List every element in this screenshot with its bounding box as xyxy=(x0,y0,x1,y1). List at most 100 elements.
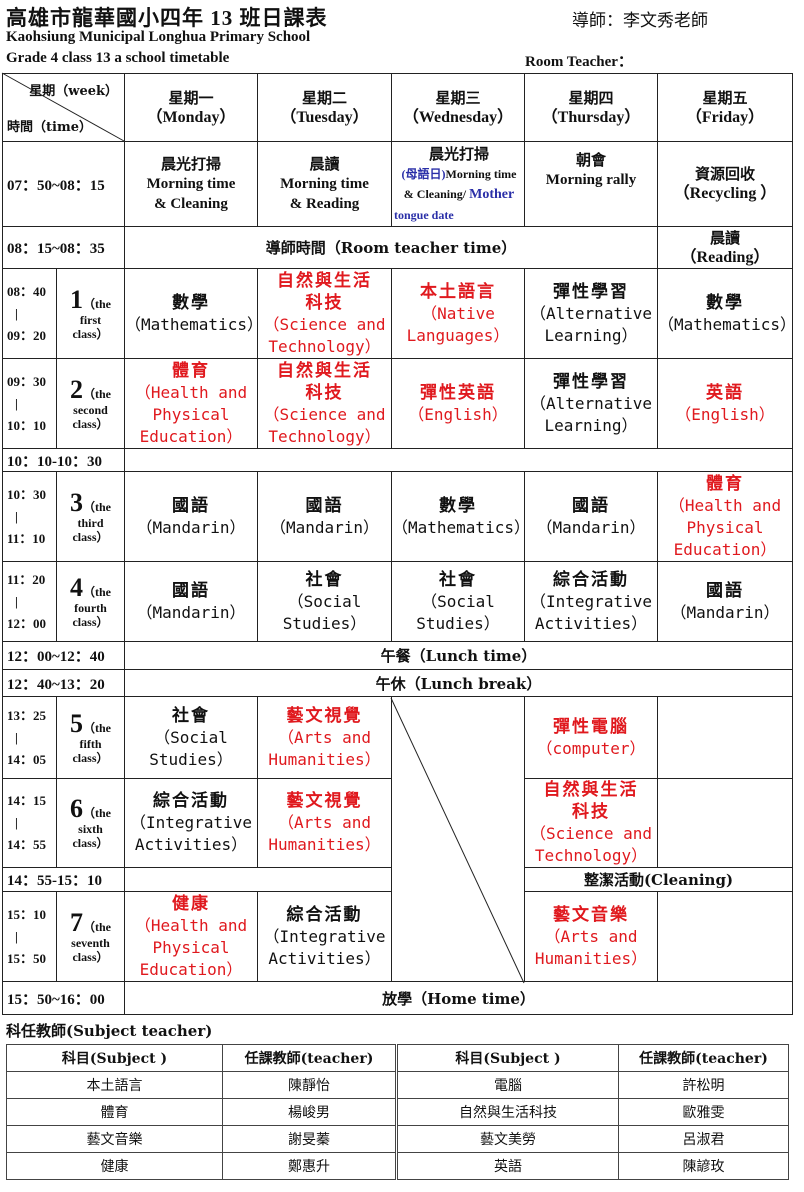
period-5-time: 13：25 | 14：05 xyxy=(2,696,57,779)
period-1-label: 1（the first class） xyxy=(56,268,125,359)
period-6-time: 14：15 | 14：55 xyxy=(2,778,57,868)
home-time: 放學（Home time） xyxy=(124,981,793,1015)
p2-thursday: 彈性學習 （Alternative Learning） xyxy=(524,358,658,449)
subject-cell: 體育 xyxy=(6,1098,223,1126)
morning-monday: 晨光打掃 Morning time & Cleaning xyxy=(124,141,258,227)
morning-time: 07：50~08：15 xyxy=(2,141,125,227)
subject-cell: 健康 xyxy=(6,1152,223,1180)
p4-wednesday: 社會 （Social Studies） xyxy=(391,561,525,642)
day-header-monday: 星期一 （Monday） xyxy=(124,73,258,142)
period-6-label: 6（the sixth class） xyxy=(56,778,125,868)
teacher-cell: 陳諺玫 xyxy=(618,1152,789,1180)
subject-cell: 英語 xyxy=(396,1152,619,1180)
p2-friday: 英語 （English） xyxy=(657,358,793,449)
timetable-name-en: Grade 4 class 13 a school timetable xyxy=(6,50,230,66)
lunch-time-slot: 12：00~12：40 xyxy=(2,641,125,670)
period-4-label: 4（the fourth class） xyxy=(56,561,125,642)
p3-monday: 國語 （Mandarin） xyxy=(124,471,258,562)
p4-monday: 國語 （Mandarin） xyxy=(124,561,258,642)
afternoon-break xyxy=(124,867,392,892)
lunch-break: 午休（Lunch break） xyxy=(124,669,793,697)
p2-monday: 體育 （Health and Physical Education） xyxy=(124,358,258,449)
p6-tuesday: 藝文視覺 （Arts and Humanities） xyxy=(257,778,392,868)
home-time-slot: 15：50~16：00 xyxy=(2,981,125,1015)
period-5-label: 5（the fifth class） xyxy=(56,696,125,779)
corner-time-label: 時間（time） xyxy=(7,120,92,135)
subject-cell: 自然與生活科技 xyxy=(396,1098,619,1126)
subject-teacher-table: 科目(Subject ) 任課教師(teacher) 科目(Subject ) … xyxy=(6,1044,789,1180)
p1-wednesday: 本土語言 （Native Languages） xyxy=(391,268,525,359)
timetable: 星期（week） 時間（time） 星期一 （Monday） 星期二 （Tuesda… xyxy=(2,73,793,1015)
wednesday-afternoon-off xyxy=(391,696,525,982)
p3-friday: 體育 （Health and Physical Education） xyxy=(657,471,793,562)
p3-wednesday: 數學 （Mathematics） xyxy=(391,471,525,562)
teacher-header: 任課教師(teacher) xyxy=(618,1044,789,1072)
p3-thursday: 國語 （Mandarin） xyxy=(524,471,658,562)
p2-wednesday: 彈性英語 （English） xyxy=(391,358,525,449)
page-header: 高雄市龍華國小四年 13 班日課表 導師：李文秀老師 Kaohsiung Mun… xyxy=(4,0,794,70)
subject-cell: 藝文美勞 xyxy=(396,1125,619,1153)
subject-header: 科目(Subject ) xyxy=(6,1044,223,1072)
p7-thursday: 藝文音樂 （Arts and Humanities） xyxy=(524,891,658,982)
subject-cell: 本土語言 xyxy=(6,1071,223,1099)
cleaning-activity: 整潔活動(Cleaning) xyxy=(524,867,793,892)
morning-wednesday: 晨光打掃 (母語日)Morning time & Cleaning/ Mothe… xyxy=(391,141,525,227)
p2-tuesday: 自然與生活 科技 （Science and Technology） xyxy=(257,358,392,449)
p3-tuesday: 國語 （Mandarin） xyxy=(257,471,392,562)
homeroom-teacher: 導師：李文秀老師 xyxy=(572,11,708,31)
p6-friday xyxy=(657,778,793,868)
table-row: 本土語言 陳靜怡 電腦 許松明 xyxy=(6,1071,789,1099)
morning-break xyxy=(124,448,793,472)
morning-thursday: 朝會 Morning rally xyxy=(524,141,658,227)
morning-break-time: 10：10-10：30 xyxy=(2,448,125,472)
teacher-header: 任課教師(teacher) xyxy=(222,1044,398,1072)
p1-tuesday: 自然與生活 科技 （Science and Technology） xyxy=(257,268,392,359)
corner-cell: 星期（week） 時間（time） xyxy=(2,73,125,142)
p1-monday: 數學 （Mathematics） xyxy=(124,268,258,359)
table-row: 藝文音樂 謝旻蓁 藝文美勞 呂淑君 xyxy=(6,1125,789,1153)
room-teacher-label: Room Teacher： xyxy=(525,54,633,70)
teacher-cell: 歐雅雯 xyxy=(618,1098,789,1126)
lunch-time: 午餐（Lunch time） xyxy=(124,641,793,670)
p7-tuesday: 綜合活動 （Integrative Activities） xyxy=(257,891,392,982)
room-time-friday: 晨讀 （Reading） xyxy=(657,226,793,269)
period-2-time: 09：30 | 10：10 xyxy=(2,358,57,449)
p7-monday: 健康 （Health and Physical Education） xyxy=(124,891,258,982)
p7-friday xyxy=(657,891,793,982)
corner-week-label: 星期（week） xyxy=(29,84,118,99)
p4-friday: 國語 （Mandarin） xyxy=(657,561,793,642)
p5-friday xyxy=(657,696,793,779)
room-teacher-time: 導師時間（Room teacher time） xyxy=(124,226,658,269)
subject-cell: 藝文音樂 xyxy=(6,1125,223,1153)
morning-tuesday: 晨讀 Morning time & Reading xyxy=(257,141,392,227)
p6-thursday: 自然與生活 科技 （Science and Technology） xyxy=(524,778,658,868)
day-header-wednesday: 星期三 （Wednesday） xyxy=(391,73,525,142)
period-3-time: 10：30 | 11：10 xyxy=(2,471,57,562)
teacher-cell: 謝旻蓁 xyxy=(222,1125,398,1153)
day-header-tuesday: 星期二 （Tuesday） xyxy=(257,73,392,142)
teacher-cell: 鄭惠升 xyxy=(222,1152,398,1180)
p4-tuesday: 社會 （Social Studies） xyxy=(257,561,392,642)
period-3-label: 3（the third class） xyxy=(56,471,125,562)
morning-friday: 資源回收 （Recycling ） xyxy=(657,141,793,227)
room-time-slot: 08：15~08：35 xyxy=(2,226,125,269)
afternoon-break-time: 14：55-15：10 xyxy=(2,867,125,892)
p4-thursday: 綜合活動 （Integrative Activities） xyxy=(524,561,658,642)
school-name-en: Kaohsiung Municipal Longhua Primary Scho… xyxy=(6,29,311,45)
teacher-cell: 陳靜怡 xyxy=(222,1071,398,1099)
period-4-time: 11：20 | 12：00 xyxy=(2,561,57,642)
period-2-label: 2（the second class） xyxy=(56,358,125,449)
table-row: 體育 楊峻男 自然與生活科技 歐雅雯 xyxy=(6,1098,789,1126)
day-header-friday: 星期五 （Friday） xyxy=(657,73,793,142)
p6-monday: 綜合活動 （Integrative Activities） xyxy=(124,778,258,868)
day-header-thursday: 星期四 （Thursday） xyxy=(524,73,658,142)
period-7-label: 7（the seventh class） xyxy=(56,891,125,982)
p5-monday: 社會 （Social Studies） xyxy=(124,696,258,779)
p5-tuesday: 藝文視覺 （Arts and Humanities） xyxy=(257,696,392,779)
subject-header: 科目(Subject ) xyxy=(396,1044,619,1072)
period-1-time: 08：40 | 09：20 xyxy=(2,268,57,359)
period-7-time: 15：10 | 15：50 xyxy=(2,891,57,982)
subject-cell: 電腦 xyxy=(396,1071,619,1099)
p5-thursday: 彈性電腦 （computer） xyxy=(524,696,658,779)
subject-teacher-title: 科任教師(Subject teacher) xyxy=(6,1022,213,1040)
